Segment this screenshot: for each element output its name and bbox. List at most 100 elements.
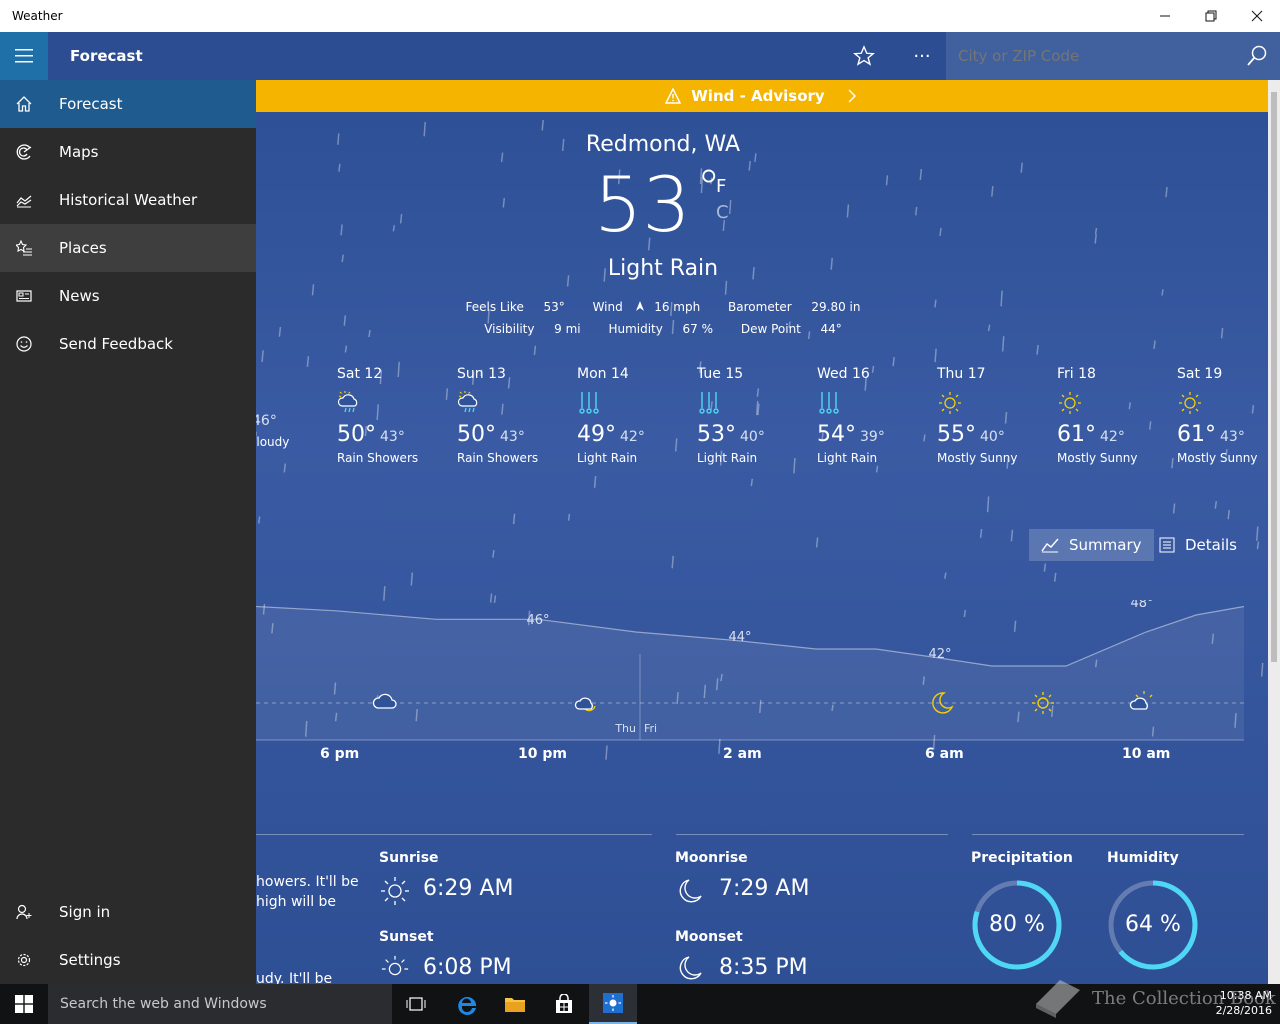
daily-day-label: Thu 17 [937, 366, 986, 382]
daily-condition: Rain Showers [457, 451, 539, 465]
task-view-icon [406, 997, 426, 1011]
day-label-thu: Thu [614, 722, 636, 735]
weather-advisory-banner[interactable]: Wind - Advisory [256, 80, 1268, 112]
store-button[interactable] [540, 984, 588, 1024]
daily-low: 43° [380, 429, 405, 445]
weather-app-taskbar-button[interactable] [589, 984, 637, 1024]
close-icon [1251, 10, 1263, 22]
daily-day-label: Sat 19 [1177, 366, 1223, 382]
current-details-row1: Feels Like 53° Wind 16 mph Barometer 29.… [256, 300, 1070, 314]
daily-temperatures: 54° 39° [817, 422, 937, 447]
nav-label-maps: Maps [59, 143, 99, 161]
daily-item[interactable]: Tue 15 53° 40° Light Rain [697, 366, 817, 465]
sun-icon [937, 390, 1057, 416]
daily-condition: Light Rain [697, 451, 758, 465]
daily-item[interactable]: Sat 19 61° 43° Mostly Sunny [1177, 366, 1268, 465]
daily-high: 49° [577, 422, 616, 447]
hour-label: 10 pm [518, 746, 567, 762]
book-logo-icon [1036, 980, 1080, 1018]
restore-button[interactable] [1188, 0, 1234, 32]
minimize-button[interactable] [1142, 0, 1188, 32]
daily-condition: Mostly Sunny [937, 451, 1018, 465]
window-title: Weather [12, 9, 63, 23]
windows-taskbar: Search the web and Windows The Collectio… [0, 980, 1280, 1024]
daily-temperatures: 50° 43° [337, 422, 457, 447]
details-toggle[interactable]: Details [1147, 529, 1249, 561]
chevron-right-icon [848, 89, 856, 103]
hourly-temp-label: 48° [1130, 600, 1153, 611]
scrollbar-thumb[interactable] [1271, 92, 1277, 662]
search-button[interactable] [1246, 45, 1268, 71]
humidity-detail: Humidity 67 % [608, 322, 713, 336]
system-clock[interactable]: 10:38 AM 2/28/2016 [1216, 988, 1272, 1018]
sunset-label: Sunset [379, 929, 434, 945]
restore-icon [1205, 10, 1217, 22]
daily-item[interactable]: Fri 18 61° 42° Mostly Sunny [1057, 366, 1177, 465]
daily-item[interactable]: Mon 14 49° 42° Light Rain [577, 366, 697, 465]
nav-item-news[interactable]: News [0, 272, 256, 320]
start-button[interactable] [0, 984, 48, 1024]
search-input[interactable] [946, 32, 1226, 80]
nav-item-places[interactable]: Places [0, 224, 256, 272]
unit-celsius[interactable]: C [716, 202, 729, 223]
daily-high: 61° [1057, 422, 1096, 447]
daily-item[interactable]: Thu 17 55° 40° Mostly Sunny [937, 366, 1057, 465]
daily-item[interactable]: Wed 16 54° 39° Light Rain [817, 366, 937, 465]
nav-label-sign-in: Sign in [59, 903, 111, 921]
summary-toggle[interactable]: Summary [1029, 529, 1154, 561]
hour-label: 6 am [925, 746, 964, 762]
hourly-temp-label: 44° [728, 630, 751, 645]
search-icon [1247, 45, 1267, 66]
sun-icon [1057, 390, 1177, 416]
nav-item-maps[interactable]: Maps [0, 128, 256, 176]
nav-item-settings[interactable]: Settings [0, 936, 256, 984]
person-icon [16, 904, 32, 920]
nav-item-send-feedback[interactable]: Send Feedback [0, 320, 256, 368]
summary-text-line3: udy. It'll be [256, 971, 333, 984]
light-rain-icon [697, 390, 817, 416]
gear-icon [17, 953, 31, 967]
unit-fahrenheit[interactable]: F [716, 176, 726, 197]
edge-browser-button[interactable] [443, 984, 491, 1024]
vertical-scrollbar[interactable] [1268, 80, 1280, 984]
minimize-icon [1160, 15, 1170, 17]
task-view-button[interactable] [392, 984, 440, 1024]
sunrise-time: 6:29 AM [423, 876, 514, 901]
sunrise-icon [381, 877, 409, 905]
news-icon [16, 290, 32, 302]
dew-point-detail: Dew Point 44° [740, 322, 842, 336]
humidity-stat-value: 64 % [1125, 912, 1181, 937]
hamburger-icon [15, 49, 33, 63]
nav-label-news: News [59, 287, 100, 305]
clock-time: 10:38 AM [1219, 989, 1272, 1002]
daily-condition: Rain Showers [337, 451, 419, 465]
hour-label: 10 am [1122, 746, 1171, 762]
more-button[interactable]: ··· [906, 42, 938, 70]
daily-temperatures: 53° 40° [697, 422, 817, 447]
nav-item-sign-in[interactable]: Sign in [0, 888, 256, 936]
hamburger-button[interactable] [0, 32, 48, 80]
file-explorer-button[interactable] [491, 984, 539, 1024]
daily-day-label: Mon 14 [577, 366, 629, 382]
daily-item[interactable]: Sun 13 50° 43° Rain Showers [457, 366, 577, 465]
star-icon [853, 45, 875, 66]
precipitation-label: Precipitation [971, 850, 1073, 866]
close-button[interactable] [1234, 0, 1280, 32]
search-box [946, 32, 1280, 80]
nav-label-places: Places [59, 239, 107, 257]
clock-date: 2/28/2016 [1215, 1004, 1272, 1017]
moonset-icon [679, 956, 702, 980]
wind-detail: Wind 16 mph [592, 300, 701, 314]
nav-item-forecast[interactable]: Forecast [0, 80, 256, 128]
app-bar: Forecast ··· [0, 32, 1280, 80]
nav-item-historical-weather[interactable]: Historical Weather [0, 176, 256, 224]
windows-logo-icon [15, 995, 33, 1013]
moonset-label: Moonset [675, 929, 743, 945]
daily-item[interactable]: Sat 12 50° 43° Rain Showers [337, 366, 457, 465]
favorite-button[interactable] [848, 42, 880, 70]
daily-low: 43° [1220, 429, 1245, 445]
day-label-fri: Fri [644, 722, 657, 735]
home-icon [16, 96, 32, 112]
taskbar-search-box[interactable]: Search the web and Windows [48, 984, 392, 1024]
moonrise-icon [679, 879, 702, 903]
